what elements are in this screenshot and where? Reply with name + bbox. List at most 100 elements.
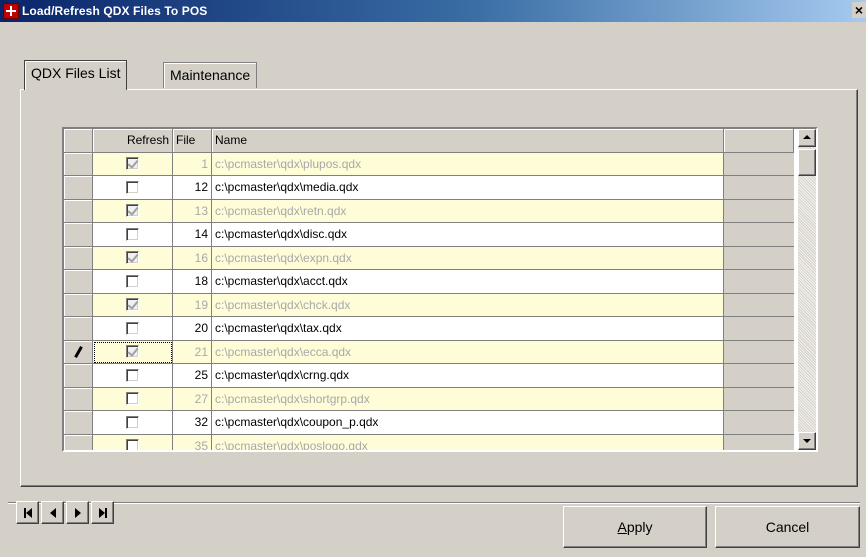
refresh-checkbox[interactable] <box>126 204 139 218</box>
qdx-files-grid[interactable]: Refresh File Name 1 c:\pcmaster\qdx\plupo… <box>62 127 818 452</box>
row-filler <box>724 246 794 270</box>
refresh-checkbox[interactable] <box>126 321 139 335</box>
row-selector[interactable] <box>64 317 93 341</box>
pencil-edit-icon <box>73 345 83 358</box>
file-number-cell: 25 <box>173 364 212 388</box>
file-number-cell: 32 <box>173 411 212 435</box>
refresh-checkbox[interactable] <box>126 368 139 382</box>
header-name[interactable]: Name <box>212 129 724 153</box>
prev-record-icon[interactable] <box>41 501 64 524</box>
refresh-checkbox[interactable] <box>126 345 139 359</box>
file-name-cell: c:\pcmaster\qdx\tax.qdx <box>212 317 724 341</box>
row-filler <box>724 364 794 388</box>
refresh-cell <box>93 364 173 388</box>
refresh-checkbox[interactable] <box>126 157 139 171</box>
row-selector[interactable] <box>64 199 93 223</box>
table-row[interactable]: 13 c:\pcmaster\qdx\retn.qdx <box>64 199 794 223</box>
row-filler <box>724 293 794 317</box>
grid-header-row: Refresh File Name <box>64 129 794 153</box>
file-number-cell: 27 <box>173 387 212 411</box>
table-row[interactable]: 16 c:\pcmaster\qdx\expn.qdx <box>64 246 794 270</box>
table-row[interactable]: 20 c:\pcmaster\qdx\tax.qdx <box>64 317 794 341</box>
row-filler <box>724 387 794 411</box>
row-selector[interactable] <box>64 387 93 411</box>
refresh-checkbox[interactable] <box>126 415 139 429</box>
scroll-up-arrow-icon[interactable] <box>798 129 816 147</box>
table-row[interactable]: 1 c:\pcmaster\qdx\plupos.qdx <box>64 152 794 176</box>
table-row[interactable]: 25 c:\pcmaster\qdx\crng.qdx <box>64 364 794 388</box>
file-name-cell: c:\pcmaster\qdx\coupon_p.qdx <box>212 411 724 435</box>
file-number-cell: 20 <box>173 317 212 341</box>
row-filler <box>724 223 794 247</box>
refresh-cell <box>93 270 173 294</box>
file-number-cell: 18 <box>173 270 212 294</box>
apply-label: pply <box>626 519 653 535</box>
row-selector[interactable] <box>64 270 93 294</box>
row-filler <box>724 434 794 450</box>
refresh-cell <box>93 199 173 223</box>
row-selector[interactable] <box>64 223 93 247</box>
row-selector[interactable] <box>64 434 93 450</box>
file-name-cell: c:\pcmaster\qdx\shortgrp.qdx <box>212 387 724 411</box>
table-row[interactable]: 21 c:\pcmaster\qdx\ecca.qdx <box>64 340 794 364</box>
refresh-cell <box>93 340 173 364</box>
header-refresh[interactable]: Refresh <box>93 129 173 153</box>
row-filler <box>724 199 794 223</box>
file-name-cell: c:\pcmaster\qdx\acct.qdx <box>212 270 724 294</box>
file-name-cell: c:\pcmaster\qdx\disc.qdx <box>212 223 724 247</box>
window-title: Load/Refresh QDX Files To POS <box>22 4 208 18</box>
header-filler <box>724 129 794 153</box>
row-selector[interactable] <box>64 411 93 435</box>
first-record-icon[interactable] <box>16 501 39 524</box>
table-row[interactable]: 32 c:\pcmaster\qdx\coupon_p.qdx <box>64 411 794 435</box>
refresh-cell <box>93 434 173 450</box>
file-number-cell: 19 <box>173 293 212 317</box>
row-selector[interactable] <box>64 340 93 364</box>
row-selector[interactable] <box>64 246 93 270</box>
next-record-icon[interactable] <box>66 501 89 524</box>
table-row[interactable]: 27 c:\pcmaster\qdx\shortgrp.qdx <box>64 387 794 411</box>
scroll-thumb[interactable] <box>798 149 816 176</box>
refresh-checkbox[interactable] <box>126 251 139 265</box>
file-name-cell: c:\pcmaster\qdx\expn.qdx <box>212 246 724 270</box>
refresh-cell <box>93 223 173 247</box>
row-filler <box>724 152 794 176</box>
refresh-checkbox[interactable] <box>126 439 139 450</box>
refresh-checkbox[interactable] <box>126 227 139 241</box>
refresh-checkbox[interactable] <box>126 392 139 406</box>
refresh-checkbox[interactable] <box>126 274 139 288</box>
cancel-button[interactable]: Cancel <box>715 506 860 548</box>
refresh-checkbox[interactable] <box>126 180 139 194</box>
row-selector[interactable] <box>64 364 93 388</box>
row-filler <box>724 340 794 364</box>
vertical-scrollbar[interactable] <box>798 129 816 450</box>
apply-button[interactable]: Apply <box>563 506 707 548</box>
refresh-cell <box>93 411 173 435</box>
scroll-down-arrow-icon[interactable] <box>798 432 816 450</box>
header-file[interactable]: File <box>173 129 212 153</box>
grid-body: Refresh File Name 1 c:\pcmaster\qdx\plupo… <box>64 129 794 450</box>
close-button[interactable]: × <box>852 2 866 18</box>
tab-maintenance[interactable]: Maintenance <box>163 62 258 88</box>
apply-hotkey: A <box>617 519 627 535</box>
last-record-icon[interactable] <box>91 501 114 524</box>
tab-qdx-files-list[interactable]: QDX Files List <box>24 60 128 90</box>
refresh-checkbox[interactable] <box>126 298 139 312</box>
row-selector[interactable] <box>64 293 93 317</box>
row-filler <box>724 176 794 200</box>
table-row[interactable]: 14 c:\pcmaster\qdx\disc.qdx <box>64 223 794 247</box>
row-selector[interactable] <box>64 152 93 176</box>
refresh-cell <box>93 293 173 317</box>
refresh-cell <box>93 246 173 270</box>
table-row[interactable]: 35 c:\pcmaster\qdx\poslogo.qdx <box>64 434 794 450</box>
app-icon <box>3 3 19 19</box>
file-name-cell: c:\pcmaster\qdx\retn.qdx <box>212 199 724 223</box>
bottom-divider <box>8 502 860 504</box>
file-name-cell: c:\pcmaster\qdx\chck.qdx <box>212 293 724 317</box>
table-row[interactable]: 18 c:\pcmaster\qdx\acct.qdx <box>64 270 794 294</box>
refresh-cell <box>93 176 173 200</box>
table-row[interactable]: 12 c:\pcmaster\qdx\media.qdx <box>64 176 794 200</box>
row-selector[interactable] <box>64 176 93 200</box>
file-number-cell: 14 <box>173 223 212 247</box>
table-row[interactable]: 19 c:\pcmaster\qdx\chck.qdx <box>64 293 794 317</box>
